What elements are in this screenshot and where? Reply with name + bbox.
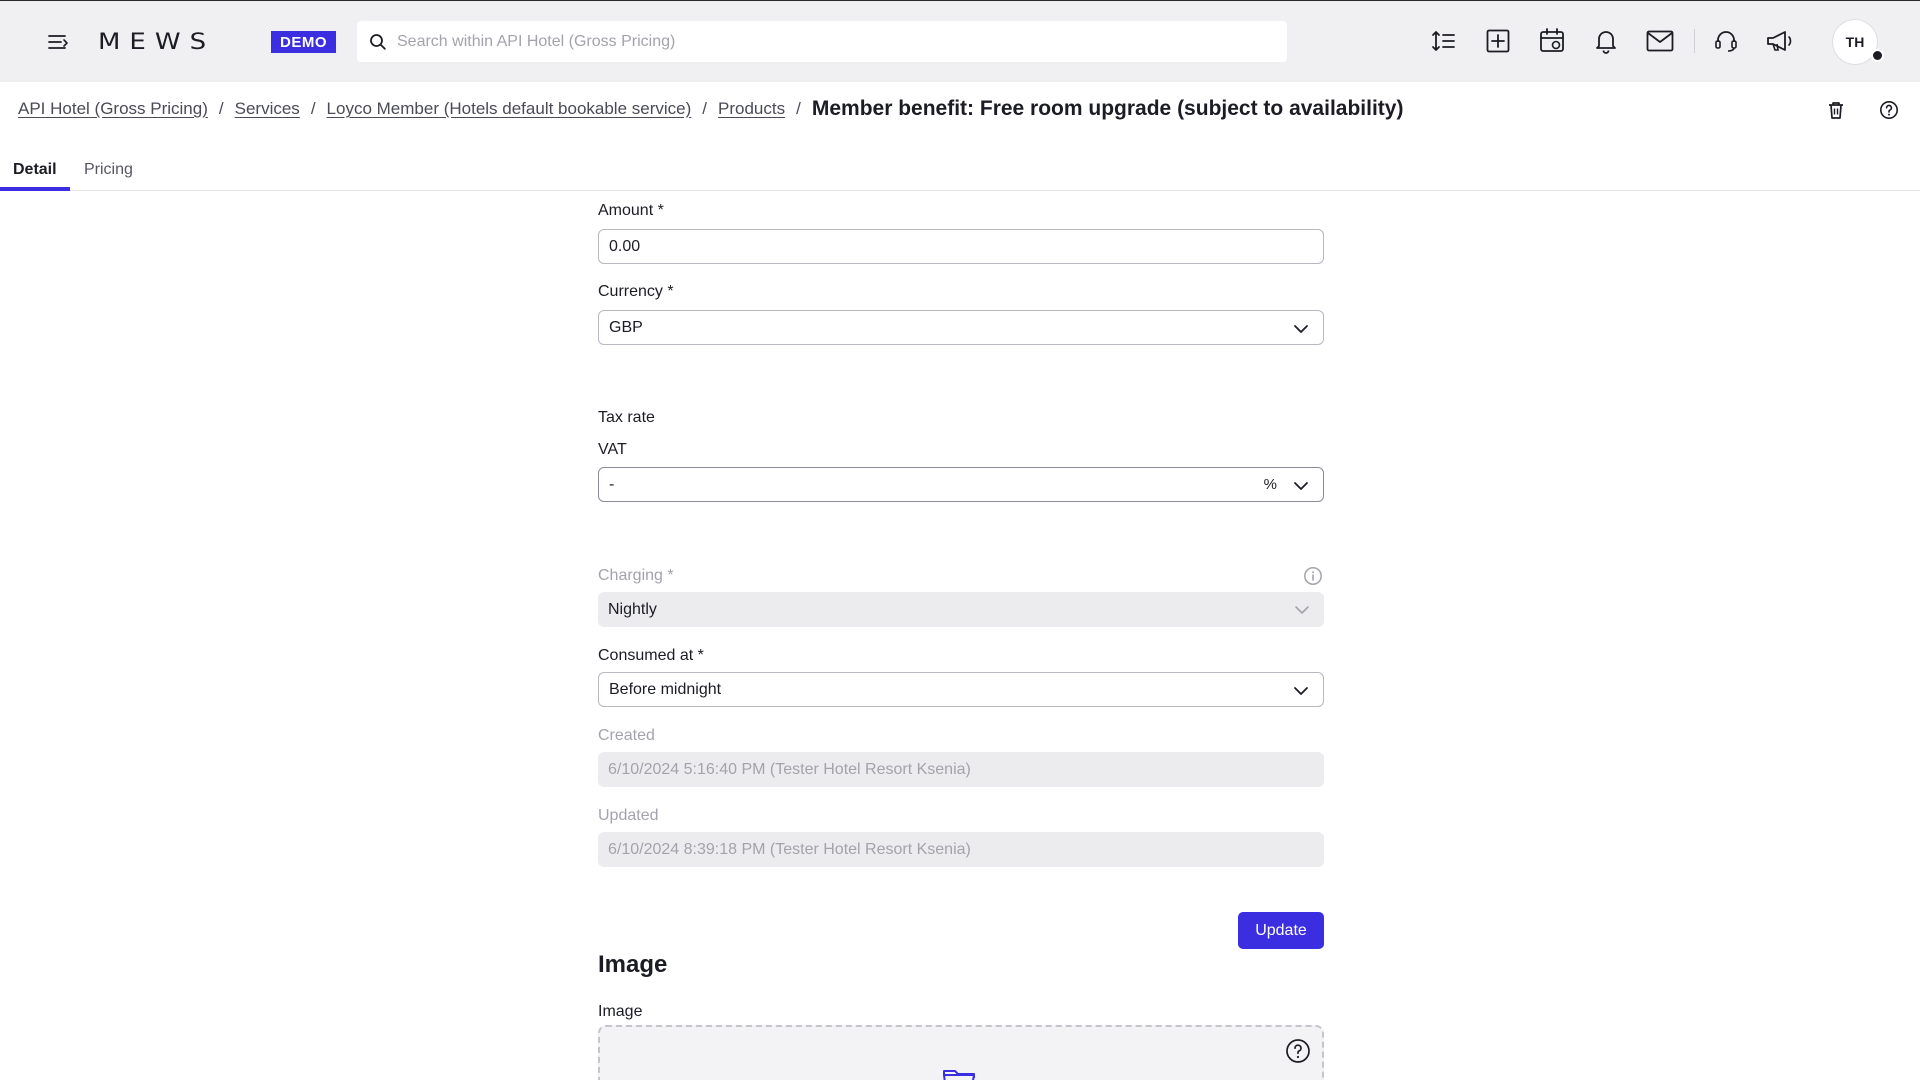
- vat-value: -: [609, 475, 615, 493]
- help-icon[interactable]: [1875, 96, 1903, 124]
- charging-select: Nightly: [598, 592, 1324, 627]
- announcement-icon[interactable]: [1762, 23, 1798, 59]
- logo-text: MEWS: [98, 29, 216, 55]
- vat-label: VAT: [598, 441, 627, 458]
- help-icon[interactable]: [1284, 1037, 1312, 1065]
- image-section-heading: Image: [598, 951, 668, 978]
- created-label: Created: [598, 727, 655, 744]
- created-field: 6/10/2024 5:16:40 PM (Tester Hotel Resor…: [598, 752, 1324, 787]
- chevron-down-icon: [1295, 606, 1309, 614]
- tax-rate-label: Tax rate: [598, 409, 655, 426]
- search-icon: [367, 31, 389, 53]
- folder-icon: [943, 1070, 975, 1080]
- chevron-down-icon: [1294, 687, 1308, 695]
- menu-icon[interactable]: [44, 28, 72, 56]
- updated-field: 6/10/2024 8:39:18 PM (Tester Hotel Resor…: [598, 832, 1324, 867]
- consumed-at-value: Before midnight: [609, 680, 722, 698]
- demo-badge: DEMO: [271, 31, 336, 53]
- tab-detail[interactable]: Detail: [13, 148, 57, 191]
- mews-logo[interactable]: MEWS: [98, 25, 215, 59]
- calendar-icon[interactable]: [1534, 23, 1570, 59]
- search-input[interactable]: [397, 32, 1277, 51]
- breadcrumb-hotel[interactable]: API Hotel (Gross Pricing): [18, 99, 208, 119]
- tab-label: Pricing: [84, 160, 133, 178]
- breadcrumb-separator: /: [702, 99, 708, 118]
- support-icon[interactable]: [1708, 23, 1744, 59]
- status-dot: [1871, 49, 1884, 62]
- divider: [1694, 29, 1695, 53]
- tab-bar: Detail Pricing: [0, 148, 1920, 191]
- chevron-down-icon: [1294, 325, 1308, 333]
- search-bar[interactable]: [357, 21, 1287, 62]
- vat-select[interactable]: - %: [598, 467, 1324, 502]
- top-bar: MEWS DEMO TH: [0, 0, 1920, 82]
- charging-value: Nightly: [608, 600, 657, 618]
- percent-unit: %: [1263, 476, 1277, 493]
- amount-input[interactable]: 0.00: [598, 229, 1324, 264]
- updated-value: 6/10/2024 8:39:18 PM (Tester Hotel Resor…: [608, 840, 971, 858]
- image-dropzone[interactable]: [598, 1025, 1324, 1080]
- update-button[interactable]: Update: [1238, 912, 1324, 949]
- delete-icon[interactable]: [1822, 96, 1850, 124]
- info-icon[interactable]: [1302, 565, 1324, 587]
- breadcrumb-service[interactable]: Loyco Member (Hotels default bookable se…: [327, 99, 692, 119]
- updated-label: Updated: [598, 807, 659, 824]
- breadcrumb: API Hotel (Gross Pricing) / Services / L…: [18, 96, 1403, 122]
- chevron-down-icon: [1294, 482, 1308, 490]
- currency-label: Currency *: [598, 283, 674, 300]
- sort-icon[interactable]: [1426, 23, 1462, 59]
- breadcrumb-products[interactable]: Products: [718, 99, 785, 119]
- bell-icon[interactable]: [1588, 23, 1624, 59]
- tab-label: Detail: [13, 160, 57, 178]
- currency-value: GBP: [609, 318, 643, 336]
- amount-value: 0.00: [609, 237, 641, 255]
- tab-pricing[interactable]: Pricing: [84, 148, 133, 191]
- mail-icon[interactable]: [1642, 23, 1678, 59]
- breadcrumb-separator: /: [310, 99, 316, 118]
- breadcrumb-services[interactable]: Services: [235, 99, 300, 119]
- page-title: Member benefit: Free room upgrade (subje…: [811, 97, 1404, 120]
- active-tab-indicator: [0, 187, 70, 191]
- amount-label: Amount *: [598, 202, 664, 219]
- currency-select[interactable]: GBP: [598, 310, 1324, 345]
- consumed-at-label: Consumed at *: [598, 647, 704, 664]
- breadcrumb-separator: /: [796, 99, 801, 118]
- image-label: Image: [598, 1003, 643, 1020]
- add-icon[interactable]: [1480, 23, 1516, 59]
- breadcrumb-separator: /: [218, 99, 224, 118]
- consumed-at-select[interactable]: Before midnight: [598, 672, 1324, 707]
- created-value: 6/10/2024 5:16:40 PM (Tester Hotel Resor…: [608, 760, 971, 778]
- charging-label: Charging *: [598, 567, 674, 584]
